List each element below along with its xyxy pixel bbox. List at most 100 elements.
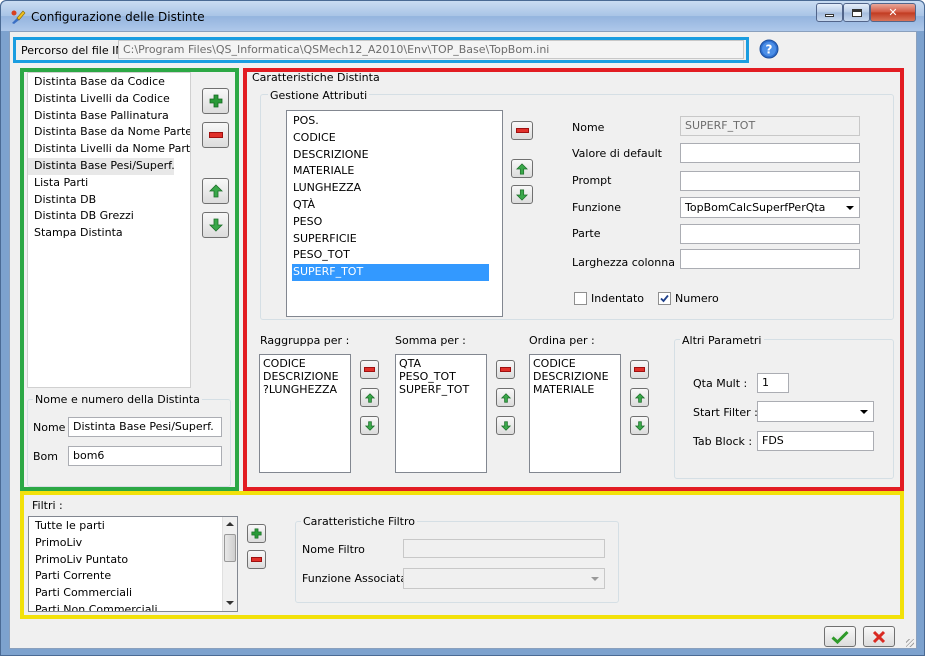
gestione-attributi-title: Gestione Attributi xyxy=(268,89,370,102)
distinte-list-item[interactable]: Distinta DB Grezzi xyxy=(28,208,190,225)
close-button[interactable]: ✕ xyxy=(870,3,916,22)
filtro-item[interactable]: Parti Non Commerciali xyxy=(29,602,223,611)
attributes-list[interactable]: POS. CODICE DESCRIZIONE MATERIALE LUNGHE… xyxy=(286,110,503,317)
nome-filtro-field[interactable] xyxy=(403,539,605,558)
distinte-list-item[interactable]: Lista Parti xyxy=(28,175,190,192)
qta-mult-field[interactable]: 1 xyxy=(757,373,789,393)
attribute-item[interactable]: DESCRIZIONE xyxy=(287,147,502,164)
move-up-distinta-button[interactable] xyxy=(202,178,229,204)
attr-larghezza-label: Larghezza colonna xyxy=(572,256,675,269)
minimize-button[interactable] xyxy=(816,3,843,22)
distinte-list-item[interactable]: Distinta Base Pallinatura xyxy=(28,108,190,125)
help-icon[interactable]: ? xyxy=(759,39,779,59)
attribute-item[interactable]: MATERIALE xyxy=(287,163,502,180)
ok-button[interactable] xyxy=(824,626,856,647)
attr-funzione-value: TopBomCalcSuperfPerQta xyxy=(685,201,826,214)
filtro-item[interactable]: PrimoLiv xyxy=(29,535,223,552)
filtri-list[interactable]: Tutte le parti PrimoLiv PrimoLiv Puntato… xyxy=(28,516,238,612)
resize-grip[interactable] xyxy=(906,639,914,647)
window-title: Configurazione delle Distinte xyxy=(31,10,205,24)
distinte-list-item[interactable]: Distinta Livelli da Nome Parte xyxy=(28,141,190,158)
raggruppa-down-button[interactable] xyxy=(360,416,379,435)
distinta-bom-label: Bom xyxy=(33,450,58,463)
distinte-list-item[interactable]: Distinta Base da Nome Parte xyxy=(28,124,190,141)
up-arrow-icon xyxy=(500,392,511,403)
somma-down-button[interactable] xyxy=(496,416,515,435)
raggruppa-remove-button[interactable] xyxy=(360,360,379,379)
attribute-item[interactable]: LUNGHEZZA xyxy=(287,180,502,197)
distinte-list-item[interactable]: Stampa Distinta xyxy=(28,225,190,242)
attribute-item[interactable]: PESO xyxy=(287,214,502,231)
somma-label: Somma per : xyxy=(395,334,466,347)
indentato-checkbox[interactable] xyxy=(574,292,587,305)
move-down-distinta-button[interactable] xyxy=(202,212,229,238)
maximize-button[interactable] xyxy=(843,3,870,22)
attribute-item[interactable]: SUPERFICIE xyxy=(287,231,502,248)
funzione-associata-dropdown[interactable] xyxy=(403,568,605,589)
filtri-label: Filtri : xyxy=(32,499,63,512)
numero-label: Numero xyxy=(675,292,719,305)
add-distinta-button[interactable] xyxy=(202,88,229,114)
somma-up-button[interactable] xyxy=(496,388,515,407)
ordina-down-button[interactable] xyxy=(630,416,649,435)
attr-prompt-label: Prompt xyxy=(572,174,612,187)
ordina-textarea[interactable]: CODICE DESCRIZIONE MATERIALE xyxy=(529,354,621,473)
distinte-list[interactable]: Distinta Base da Codice Distinta Livelli… xyxy=(27,72,191,388)
attribute-item-selected[interactable]: SUPERF_TOT xyxy=(292,264,489,281)
tab-block-field[interactable]: FDS xyxy=(757,431,874,451)
numero-checkbox[interactable] xyxy=(658,292,671,305)
attribute-item[interactable]: PESO_TOT xyxy=(287,247,502,264)
distinta-nome-field[interactable]: Distinta Base Pesi/Superf. xyxy=(68,417,222,437)
scroll-up-icon[interactable] xyxy=(226,522,234,526)
ini-path-field[interactable]: C:\Program Files\QS_Informatica\QSMech12… xyxy=(118,40,744,59)
somma-textarea[interactable]: QTA PESO_TOT SUPERF_TOT xyxy=(395,354,487,473)
move-up-attribute-button[interactable] xyxy=(511,159,533,178)
attr-nome-field[interactable]: SUPERF_TOT xyxy=(680,116,860,136)
ordina-up-button[interactable] xyxy=(630,388,649,407)
attribute-item[interactable]: CODICE xyxy=(287,130,502,147)
remove-filtro-button[interactable] xyxy=(247,550,266,569)
attr-prompt-field[interactable] xyxy=(680,171,860,191)
distinte-list-item[interactable]: Distinta Base da Codice xyxy=(28,74,190,91)
filtro-item[interactable]: PrimoLiv Puntato xyxy=(29,552,223,569)
attr-parte-field[interactable] xyxy=(680,224,860,244)
scroll-down-icon[interactable] xyxy=(226,601,234,605)
filtri-scrollbar[interactable] xyxy=(222,517,237,611)
scrollbar-thumb[interactable] xyxy=(224,534,236,562)
cancel-x-icon xyxy=(872,630,886,643)
attr-larghezza-field[interactable] xyxy=(680,249,860,269)
remove-attribute-button[interactable] xyxy=(511,121,533,140)
ok-check-icon xyxy=(831,630,849,644)
attribute-item[interactable]: QTÀ xyxy=(287,197,502,214)
ordina-remove-button[interactable] xyxy=(630,360,649,379)
attr-nome-label: Nome xyxy=(572,121,605,134)
dialog-window: Configurazione delle Distinte ✕ Percorso… xyxy=(0,0,925,656)
attr-default-field[interactable] xyxy=(680,143,860,163)
attr-funzione-dropdown[interactable]: TopBomCalcSuperfPerQta xyxy=(680,197,860,218)
cancel-button[interactable] xyxy=(863,626,895,647)
remove-icon xyxy=(500,367,511,372)
start-filter-dropdown[interactable] xyxy=(757,401,874,422)
attribute-item[interactable]: POS. xyxy=(287,113,502,130)
chevron-down-icon xyxy=(860,410,868,414)
distinte-list-item[interactable]: Distinta DB xyxy=(28,192,190,209)
remove-icon xyxy=(251,557,262,562)
caratteristiche-filtro-group xyxy=(295,521,619,603)
distinte-list-item-selected[interactable]: Distinta Base Pesi/Superf. xyxy=(28,157,175,175)
filtro-item[interactable]: Parti Commerciali xyxy=(29,585,223,602)
distinta-bom-field[interactable]: bom6 xyxy=(68,446,222,466)
distinte-list-item[interactable]: Distinta Livelli da Codice xyxy=(28,91,190,108)
raggruppa-textarea[interactable]: CODICE DESCRIZIONE ?LUNGHEZZA xyxy=(259,354,351,473)
somma-remove-button[interactable] xyxy=(496,360,515,379)
move-down-attribute-button[interactable] xyxy=(511,185,533,204)
start-filter-label: Start Filter : xyxy=(693,406,758,419)
add-filtro-button[interactable] xyxy=(247,524,266,543)
title-bar[interactable]: Configurazione delle Distinte ✕ xyxy=(1,1,924,31)
raggruppa-up-button[interactable] xyxy=(360,388,379,407)
down-arrow-icon xyxy=(634,420,645,431)
filtro-item[interactable]: Tutte le parti xyxy=(29,518,223,535)
chevron-down-icon xyxy=(591,577,599,581)
remove-icon xyxy=(208,132,223,138)
filtro-item[interactable]: Parti Corrente xyxy=(29,568,223,585)
remove-distinta-button[interactable] xyxy=(202,122,229,148)
